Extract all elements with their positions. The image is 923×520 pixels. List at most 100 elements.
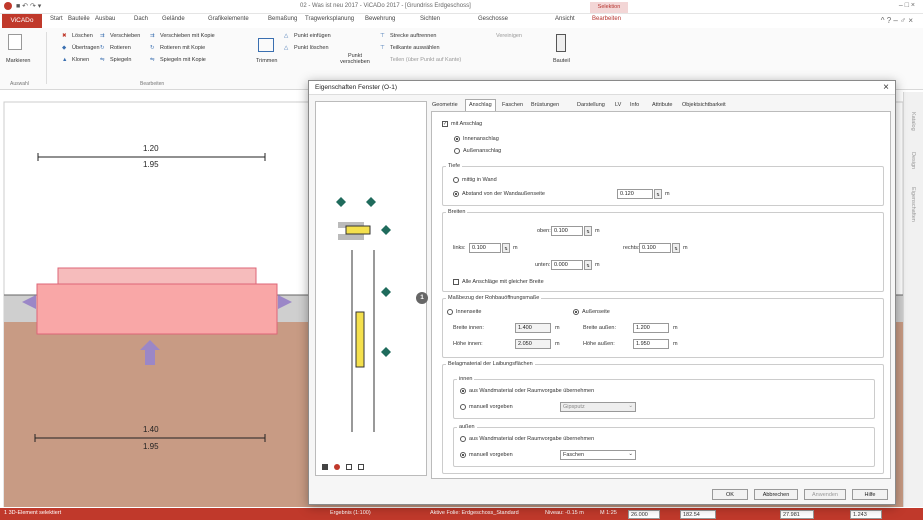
abstand-radio[interactable]	[453, 191, 459, 197]
hoehe-aussen-field[interactable]: 1.950	[633, 339, 669, 349]
rechts-spinner[interactable]: ⇅	[672, 243, 680, 253]
breite-aussen-field[interactable]: 1.200	[633, 323, 669, 333]
tab-anschlag[interactable]: Anschlag	[465, 99, 496, 111]
markieren-button[interactable]: Markieren	[6, 58, 30, 64]
apply-button[interactable]: Anwenden	[804, 489, 846, 500]
tab-darstellung[interactable]: Darstellung	[574, 100, 608, 111]
vereinigen-button[interactable]: Vereinigen	[496, 33, 522, 39]
tab-sichten[interactable]: Sichten	[420, 16, 440, 22]
ok-button[interactable]: OK	[712, 489, 748, 500]
aussenseite-radio[interactable]	[573, 309, 579, 315]
tab-ansicht[interactable]: Ansicht	[555, 16, 575, 22]
context-tab-selektion[interactable]: Selektion	[590, 2, 628, 13]
status-massstab[interactable]: M 1:25	[600, 510, 617, 516]
tab-dach[interactable]: Dach	[134, 16, 148, 22]
verschieben-button[interactable]: Verschieben	[110, 33, 140, 39]
tab-attribute[interactable]: Attribute	[649, 100, 675, 111]
move-icon: ⇉	[100, 33, 105, 39]
links-field[interactable]: 0.100	[469, 243, 501, 253]
tiefe-spinner[interactable]: ⇅	[654, 189, 662, 199]
innen-manuell-radio[interactable]	[460, 404, 466, 410]
view-icon[interactable]	[322, 464, 328, 470]
aussenanschlag-radio[interactable]	[454, 148, 460, 154]
uebertragen-button[interactable]: Übertragen	[72, 45, 100, 51]
tab-bemassung[interactable]: Bemaßung	[268, 16, 297, 22]
spiegeln-kopie-button[interactable]: Spiegeln mit Kopie	[160, 57, 206, 63]
teilen-button[interactable]: Teilen (über Punkt auf Kante)	[390, 57, 461, 63]
component-icon	[556, 34, 566, 52]
side-tab-katalog[interactable]: Katalog	[910, 112, 916, 131]
innenseite-radio[interactable]	[447, 309, 453, 315]
links-spinner[interactable]: ⇅	[502, 243, 510, 253]
ribbon-tab-bar: Start Bauteile Ausbau Dach Gelände Grafi…	[0, 14, 923, 28]
cancel-button[interactable]: Abbrechen	[754, 489, 798, 500]
tab-tragwerksplanung[interactable]: Tragwerksplanung	[305, 16, 354, 22]
bauteil-button[interactable]: Bauteil	[553, 58, 570, 64]
rotieren-kopie-button[interactable]: Rotieren mit Kopie	[160, 45, 205, 51]
punkt-verschieben-button[interactable]: Punkt verschieben	[335, 53, 375, 65]
layer-icon[interactable]	[346, 464, 352, 470]
alle-checkbox[interactable]	[453, 279, 459, 285]
verschieben-kopie-button[interactable]: Verschieben mit Kopie	[160, 33, 215, 39]
tab-objektsichtbarkeit[interactable]: Objektsichtbarkeit	[679, 100, 729, 111]
loeschen-button[interactable]: Löschen	[72, 33, 93, 39]
help-controls[interactable]: ^ ? – ♂ ×	[881, 16, 913, 25]
color-icon[interactable]	[334, 464, 340, 470]
coord-x-field[interactable]: 26.000	[628, 510, 660, 519]
tab-faschen[interactable]: Faschen	[499, 100, 526, 111]
close-icon[interactable]: ×	[883, 82, 889, 93]
window-body	[36, 283, 278, 335]
mittig-radio[interactable]	[453, 177, 459, 183]
rechts-field[interactable]: 0.100	[639, 243, 671, 253]
quick-access-icons[interactable]: ■ ↶ ↷ ▾	[16, 2, 41, 10]
spiegeln-button[interactable]: Spiegeln	[110, 57, 131, 63]
teilkante-button[interactable]: Teilkante auswählen	[390, 45, 440, 51]
grid-icon[interactable]	[358, 464, 364, 470]
tab-bewehrung[interactable]: Bewehrung	[365, 16, 395, 22]
point-add-icon: △	[284, 33, 289, 39]
oben-field[interactable]: 0.100	[551, 226, 583, 236]
help-button[interactable]: Hilfe	[852, 489, 888, 500]
coord-z-field[interactable]: 27.981	[780, 510, 814, 519]
unit-label: m	[595, 262, 600, 268]
coord-d-field[interactable]: 1.243	[850, 510, 882, 519]
aussen-manuell-radio[interactable]	[460, 452, 466, 458]
innen-material-select[interactable]: Gipsputz ⌄	[560, 402, 636, 412]
tab-gelaende[interactable]: Gelände	[162, 16, 185, 22]
trimmen-button[interactable]: Trimmen	[256, 58, 278, 64]
status-view[interactable]: Ergebnis (1:100)	[330, 510, 371, 516]
oben-spinner[interactable]: ⇅	[584, 226, 592, 236]
unten-spinner[interactable]: ⇅	[584, 260, 592, 270]
rotieren-button[interactable]: Rotieren	[110, 45, 131, 51]
tab-lv[interactable]: LV	[612, 100, 624, 111]
tab-geschosse[interactable]: Geschosse	[478, 16, 508, 22]
unten-field[interactable]: 0.000	[551, 260, 583, 270]
status-niveau[interactable]: Niveau: -0.15 m	[545, 510, 584, 516]
side-tab-eigenschaften[interactable]: Eigenschaften	[910, 187, 916, 222]
mit-anschlag-checkbox[interactable]: ✓	[442, 121, 448, 127]
window-controls[interactable]: – □ ×	[899, 2, 915, 9]
tab-geometrie[interactable]: Geometrie	[429, 100, 461, 111]
side-tab-design[interactable]: Design	[910, 152, 916, 169]
innenanschlag-radio[interactable]	[454, 136, 460, 142]
punkt-einfuegen-button[interactable]: Punkt einfügen	[294, 33, 331, 39]
aussen-aus-wand-radio[interactable]	[460, 436, 466, 442]
coord-y-field[interactable]: 182.54	[680, 510, 716, 519]
tab-ausbau[interactable]: Ausbau	[95, 16, 115, 22]
marker-icon	[381, 287, 391, 297]
klonen-button[interactable]: Klonen	[72, 57, 89, 63]
tab-grafikelemente[interactable]: Grafikelemente	[208, 16, 249, 22]
strecke-button[interactable]: Strecke auftrennen	[390, 33, 436, 39]
cursor-icon	[8, 34, 22, 50]
innen-aus-wand-radio[interactable]	[460, 388, 466, 394]
tab-bauteile[interactable]: Bauteile	[68, 16, 90, 22]
aussen-material-select[interactable]: Faschen ⌄	[560, 450, 636, 460]
tab-bearbeiten[interactable]: Bearbeiten	[592, 16, 621, 22]
status-folie[interactable]: Aktive Folie: Erdgeschoss_Standard	[430, 510, 519, 516]
tab-bruestungen[interactable]: Brüstungen	[528, 100, 562, 111]
tab-start[interactable]: Start	[50, 16, 63, 22]
punkt-loeschen-button[interactable]: Punkt löschen	[294, 45, 329, 51]
tiefe-field[interactable]: 0.120	[617, 189, 653, 199]
tab-info[interactable]: Info	[627, 100, 642, 111]
tab-vicado[interactable]: ViCADo	[2, 14, 42, 28]
